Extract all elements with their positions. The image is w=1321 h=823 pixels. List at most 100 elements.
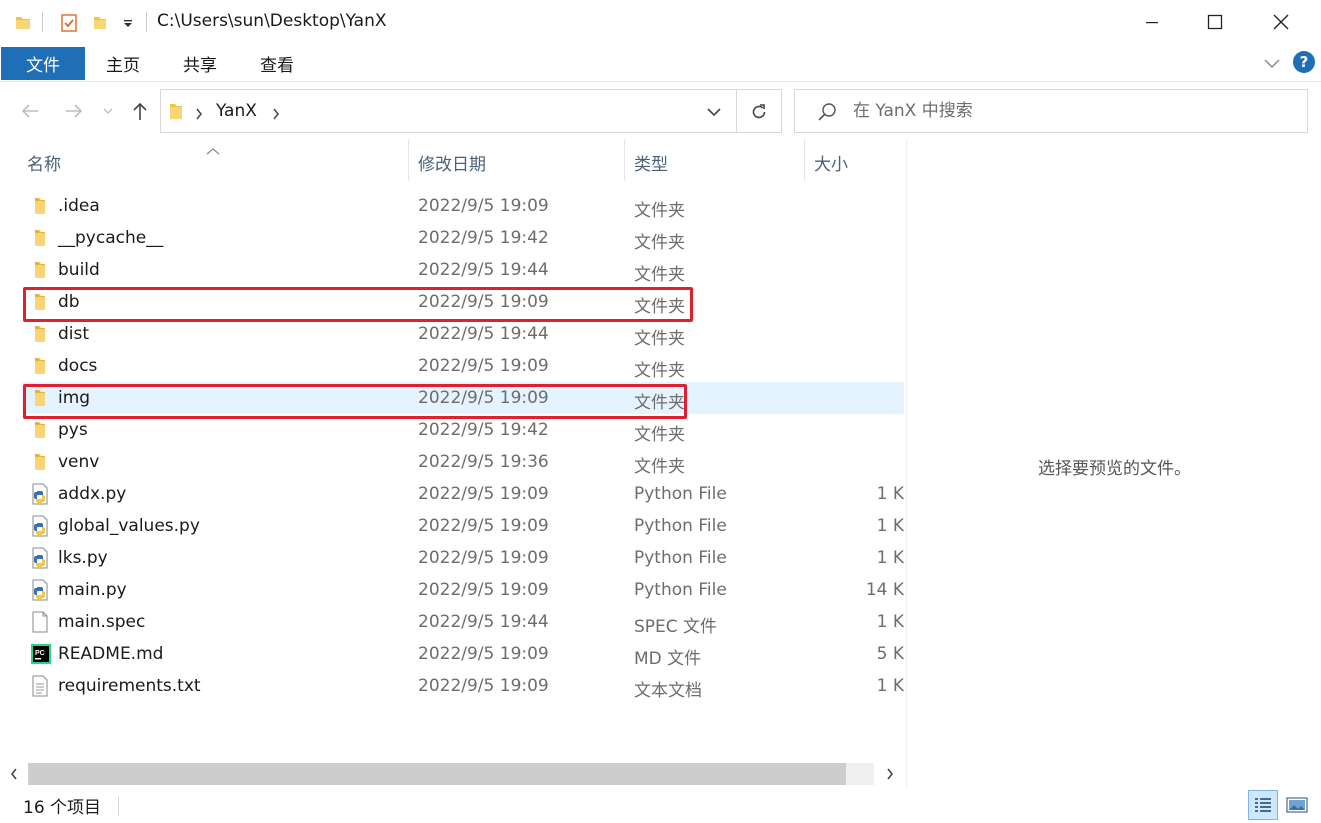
search-box[interactable] (794, 89, 1308, 133)
file-row[interactable]: build 2022/9/5 19:44 文件夹 (22, 254, 904, 286)
forward-button[interactable] (60, 97, 88, 125)
tab-share[interactable]: 共享 (170, 48, 230, 78)
file-row[interactable]: global_values.py 2022/9/5 19:09 Python Fil… (22, 510, 904, 542)
file-name: __pycache__ (58, 228, 164, 248)
file-type: 文件夹 (634, 457, 685, 477)
arrow-right-icon (66, 104, 83, 118)
breadcrumb-item-yanx[interactable]: YanX (216, 101, 257, 121)
file-size: 5 K (876, 644, 904, 664)
pycharm-file-icon: PC (30, 643, 51, 665)
file-name: pys (58, 420, 88, 440)
svg-text:PC: PC (35, 650, 45, 657)
file-row[interactable]: lks.py 2022/9/5 19:09 Python File 1 K (22, 542, 904, 574)
item-count: 16 个项目 (23, 798, 102, 818)
address-dropdown-button[interactable] (701, 104, 727, 120)
large-icons-view-button[interactable] (1282, 790, 1312, 820)
column-header-date[interactable]: 修改日期 (418, 150, 486, 175)
tab-file[interactable]: 文件 (1, 47, 85, 80)
file-type: Python File (634, 548, 727, 568)
file-date: 2022/9/5 19:36 (418, 452, 549, 472)
highlight-box-img (23, 384, 687, 419)
file-type: SPEC 文件 (634, 617, 718, 637)
file-name: build (58, 260, 100, 280)
refresh-button[interactable] (741, 99, 777, 125)
chevron-down-icon (103, 108, 113, 114)
highlight-box-db (23, 287, 693, 322)
file-row[interactable]: dist 2022/9/5 19:44 文件夹 (22, 318, 904, 350)
file-name: requirements.txt (58, 676, 201, 696)
breadcrumb-chevron-icon[interactable] (272, 105, 280, 124)
file-type: 文件夹 (634, 265, 685, 285)
folder-icon (30, 195, 50, 217)
file-row[interactable]: addx.py 2022/9/5 19:09 Python File 1 K (22, 478, 904, 510)
file-row[interactable]: .idea 2022/9/5 19:09 文件夹 (22, 190, 904, 222)
file-size: 1 K (876, 484, 904, 504)
tab-home[interactable]: 主页 (93, 48, 153, 78)
column-headers: 名称 修改日期 类型 大小 (0, 139, 906, 183)
file-row[interactable]: __pycache__ 2022/9/5 19:42 文件夹 (22, 222, 904, 254)
file-list: 名称 修改日期 类型 大小 .idea 2022/9/5 19:09 文件夹 __py… (0, 139, 906, 760)
maximize-button[interactable] (1184, 0, 1246, 44)
customize-quick-access-icon[interactable] (118, 12, 138, 34)
title-bar: C:\Users\sun\Desktop\YanX (0, 0, 1321, 44)
scroll-track[interactable] (28, 763, 874, 785)
scroll-left-button[interactable] (4, 764, 24, 784)
preview-pane: 选择要预览的文件。 (906, 139, 1321, 788)
folder-icon[interactable] (12, 12, 34, 34)
file-date: 2022/9/5 19:09 (418, 196, 549, 216)
python-file-icon (30, 579, 50, 601)
file-date: 2022/9/5 19:09 (418, 356, 549, 376)
details-view-button[interactable] (1248, 790, 1278, 820)
minimize-icon (1146, 22, 1158, 24)
file-type: Python File (634, 516, 727, 536)
expand-ribbon-button[interactable] (1260, 52, 1284, 76)
chevron-left-icon (10, 768, 17, 780)
file-name: global_values.py (58, 516, 200, 536)
file-type: 文件夹 (634, 329, 685, 349)
python-file-icon (30, 547, 50, 569)
file-type: 文本文档 (634, 681, 702, 701)
column-header-name[interactable]: 名称 (27, 150, 61, 175)
folder-icon (30, 323, 50, 345)
folder-icon (30, 419, 50, 441)
arrow-up-icon (133, 102, 147, 120)
refresh-icon (752, 104, 766, 119)
help-button[interactable]: ? (1293, 51, 1315, 73)
file-size: 1 K (876, 676, 904, 696)
search-icon (817, 102, 837, 126)
horizontal-scrollbar[interactable] (0, 760, 906, 788)
recent-locations-button[interactable] (98, 97, 118, 125)
column-header-size[interactable]: 大小 (814, 150, 848, 175)
close-button[interactable] (1250, 0, 1312, 44)
new-folder-icon[interactable] (89, 12, 111, 34)
column-header-type[interactable]: 类型 (634, 150, 668, 175)
file-date: 2022/9/5 19:42 (418, 228, 549, 248)
file-name: addx.py (58, 484, 127, 504)
minimize-button[interactable] (1121, 0, 1183, 44)
close-icon (1273, 14, 1289, 30)
file-type: 文件夹 (634, 201, 685, 221)
file-name: docs (58, 356, 98, 376)
preview-message: 选择要预览的文件。 (1038, 459, 1191, 479)
file-row[interactable]: main.py 2022/9/5 19:09 Python File 14 K (22, 574, 904, 606)
address-bar[interactable]: YanX (160, 89, 782, 133)
back-button[interactable] (16, 97, 44, 125)
status-bar: 16 个项目 (0, 788, 1321, 823)
file-row[interactable]: PC README.md 2022/9/5 19:09 MD 文件 5 K (22, 638, 904, 670)
search-input[interactable] (853, 98, 1273, 124)
properties-icon[interactable] (57, 12, 81, 34)
file-row[interactable]: requirements.txt 2022/9/5 19:09 文本文档 1 K (22, 670, 904, 702)
file-name: main.py (58, 580, 127, 600)
arrow-left-icon (21, 104, 38, 118)
file-row[interactable]: venv 2022/9/5 19:36 文件夹 (22, 446, 904, 478)
blank-file-icon (30, 611, 50, 633)
file-row[interactable]: docs 2022/9/5 19:09 文件夹 (22, 350, 904, 382)
up-button[interactable] (126, 97, 154, 125)
scroll-thumb[interactable] (28, 763, 846, 785)
tab-view[interactable]: 查看 (247, 48, 307, 78)
file-date: 2022/9/5 19:44 (418, 260, 549, 280)
scroll-right-button[interactable] (880, 764, 900, 784)
file-row[interactable]: main.spec 2022/9/5 19:44 SPEC 文件 1 K (22, 606, 904, 638)
folder-icon (30, 451, 50, 473)
breadcrumb-chevron-icon[interactable] (195, 105, 203, 124)
